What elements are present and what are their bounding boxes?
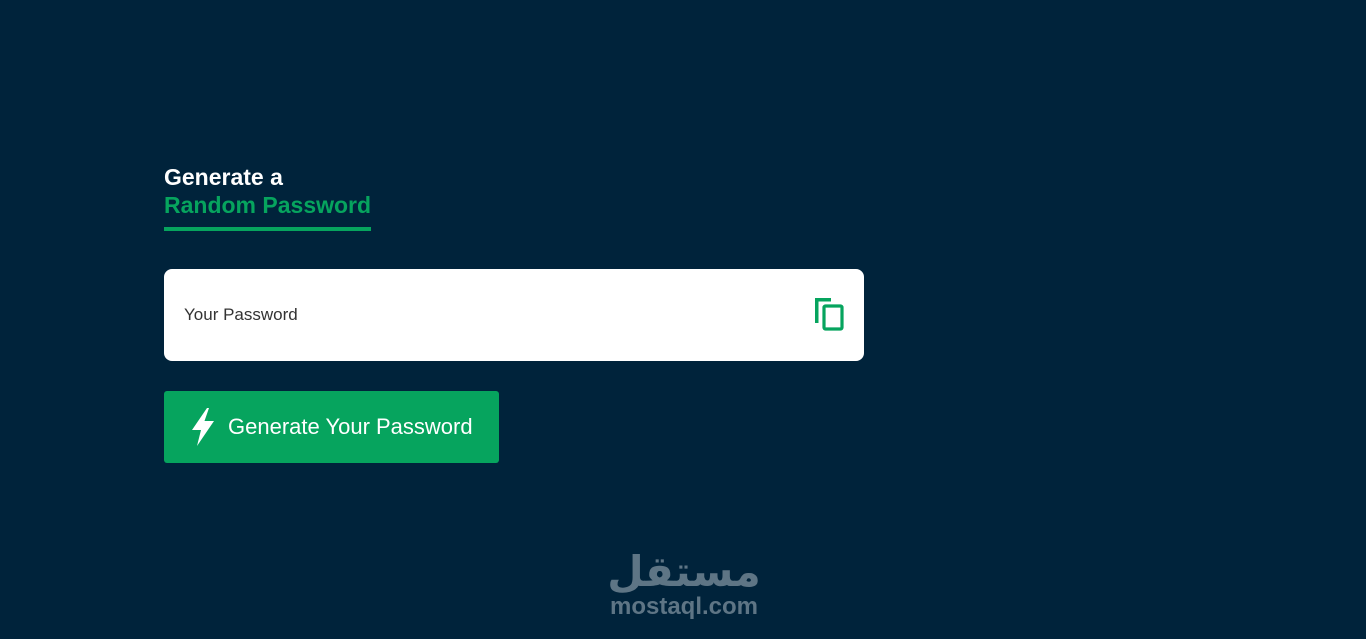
copy-button[interactable] — [809, 295, 849, 335]
generate-password-button[interactable]: Generate Your Password — [164, 391, 499, 463]
page-heading: Generate a Random Password — [164, 164, 372, 231]
password-input[interactable] — [184, 269, 784, 361]
watermark-logo: مستقل mostaql.com — [599, 548, 769, 620]
lightning-bolt-icon — [192, 408, 214, 446]
heading-line-2: Random Password — [164, 192, 372, 231]
copy-icon — [815, 298, 844, 331]
generate-button-label: Generate Your Password — [228, 414, 473, 439]
watermark-arabic-text: مستقل — [607, 547, 761, 596]
password-field-container — [164, 269, 864, 361]
heading-line-1: Generate a — [164, 164, 283, 190]
watermark-latin-text: mostaql.com — [609, 593, 759, 620]
